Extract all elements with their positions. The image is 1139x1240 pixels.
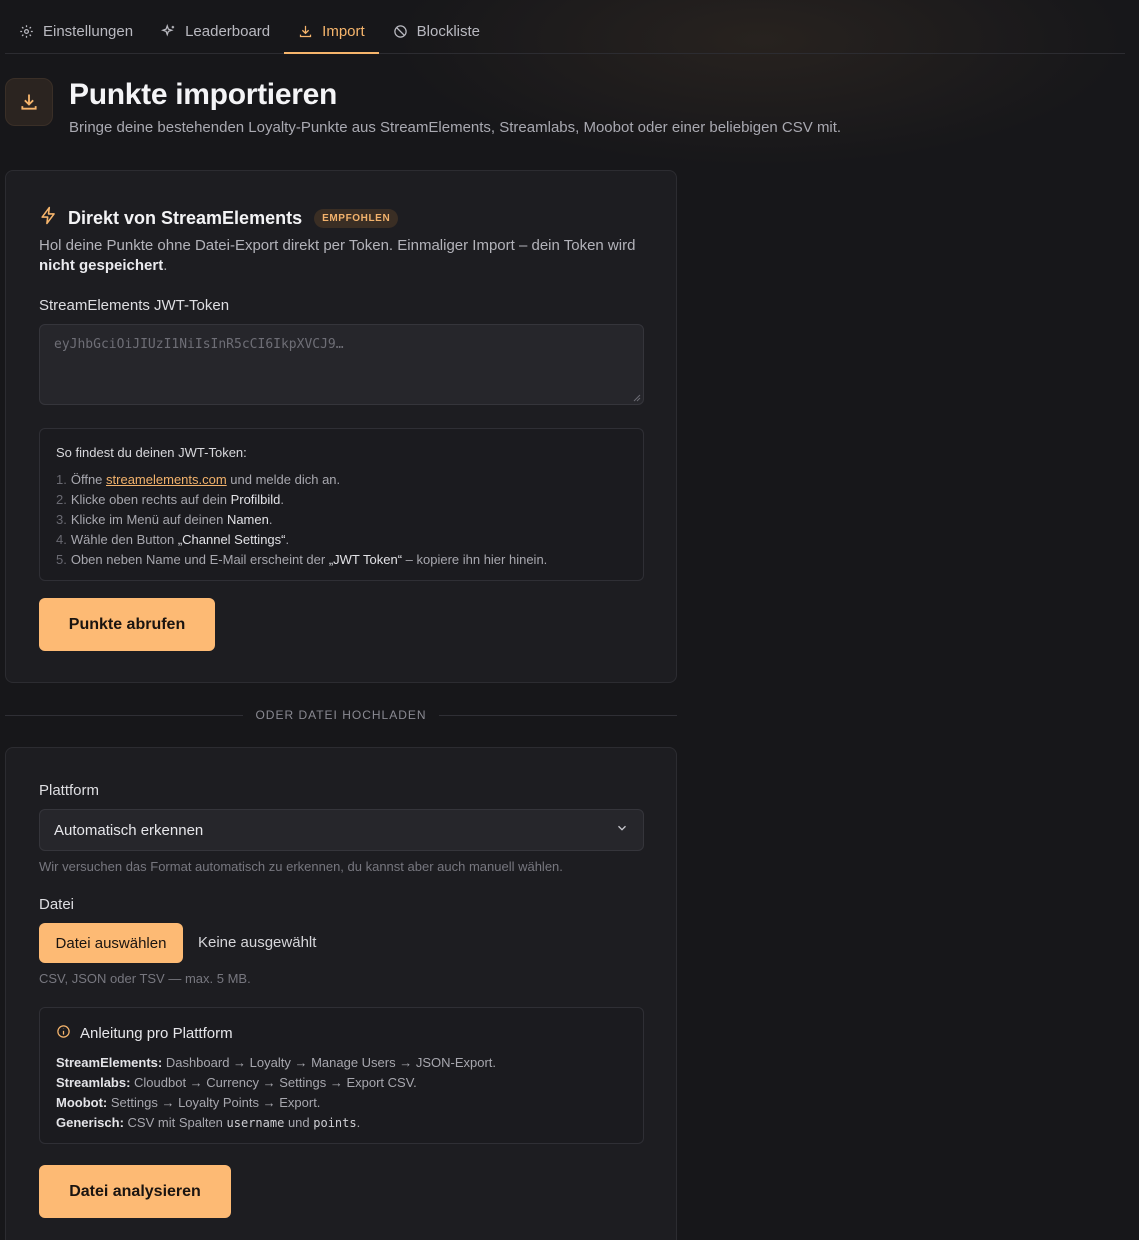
help-title: So findest du deinen JWT-Token: [56,445,247,460]
info-icon [56,1024,71,1043]
choose-file-button[interactable]: Datei auswählen [39,923,183,963]
page-subtitle: Bringe deine bestehenden Loyalty-Punkte … [69,119,842,136]
tab-einstellungen[interactable]: Einstellungen [5,10,147,53]
tab-bar: Einstellungen Leaderboard Import Blockli… [5,10,1125,54]
tab-label: Leaderboard [185,23,271,40]
streamelements-link[interactable]: streamelements.com [106,472,227,487]
recommended-badge: EMPFOHLEN [314,208,399,228]
guide-row: StreamElements: Dashboard → Loyalty → Ma… [56,1055,497,1070]
platform-hint: Wir versuchen das Format automatisch zu … [39,859,563,874]
help-steps: 1. Öffne streamelements.com und melde dic… [56,470,627,570]
download-icon [298,24,313,39]
help-step: 2. Klicke oben rechts auf dein Profilbild… [56,492,285,507]
guide-title: Anleitung pro Plattform [80,1025,233,1042]
file-hint: CSV, JSON oder TSV — max. 5 MB. [39,971,251,986]
tab-import[interactable]: Import [284,10,379,54]
resize-handle-icon[interactable] [633,394,641,402]
platform-label: Plattform [39,782,100,799]
help-step: 4. Wähle den Button „Channel Settings“. [56,532,290,547]
token-label: StreamElements JWT-Token [39,297,230,314]
guide-row: Moobot: Settings → Loyalty Points → Expo… [56,1095,321,1110]
tab-leaderboard[interactable]: Leaderboard [147,10,284,53]
analyze-file-button[interactable]: Datei analysieren [39,1165,231,1218]
tab-label: Einstellungen [43,23,134,40]
tab-blockliste[interactable]: Blockliste [379,10,494,53]
guide-row: Generisch: CSV mit Spalten username und … [56,1115,361,1130]
platform-guide-box: Anleitung pro Plattform StreamElements: … [39,1007,644,1144]
page-title: Punkte importieren [69,78,337,111]
tab-label: Import [322,22,365,40]
help-step: 3. Klicke im Menü auf deinen Namen. [56,512,273,527]
divider-label: ODER DATEI HOCHLADEN [255,708,427,722]
sparkles-icon [161,24,176,39]
help-step: 5. Oben neben Name und E-Mail erscheint d… [56,552,548,567]
ban-icon [393,24,408,39]
guide-row: Streamlabs: Cloudbot → Currency → Settin… [56,1075,417,1090]
file-status: Keine ausgewählt [198,934,317,951]
section-description: Hol deine Punkte ohne Datei-Export direk… [39,237,636,274]
tab-label: Blockliste [416,23,481,40]
section-divider: ODER DATEI HOCHLADEN [5,705,678,725]
file-label: Datei [39,896,75,913]
fetch-points-button[interactable]: Punkte abrufen [39,598,215,651]
lightning-icon [39,206,58,230]
streamelements-card: Direkt von StreamElements EMPFOHLEN Hol … [5,170,677,683]
streamelements-header: Direkt von StreamElements EMPFOHLEN [39,206,399,230]
platform-select[interactable]: Automatisch erkennen [39,809,644,851]
download-icon [5,78,53,126]
token-input[interactable]: eyJhbGciOiJIUzI1NiIsInR5cCI6IkpXVCJ9… [39,324,644,405]
help-step: 1. Öffne streamelements.com und melde dic… [56,472,341,487]
file-upload-card: Plattform Automatisch erkennen Wir versu… [5,747,677,1240]
guide-header: Anleitung pro Plattform [56,1024,627,1043]
section-title: Direkt von StreamElements [68,207,303,228]
platform-select-value: Automatisch erkennen [54,821,204,839]
gear-icon [19,24,34,39]
jwt-help-box: So findest du deinen JWT-Token: 1. Öffne … [39,428,644,581]
chevron-down-icon [615,821,629,839]
